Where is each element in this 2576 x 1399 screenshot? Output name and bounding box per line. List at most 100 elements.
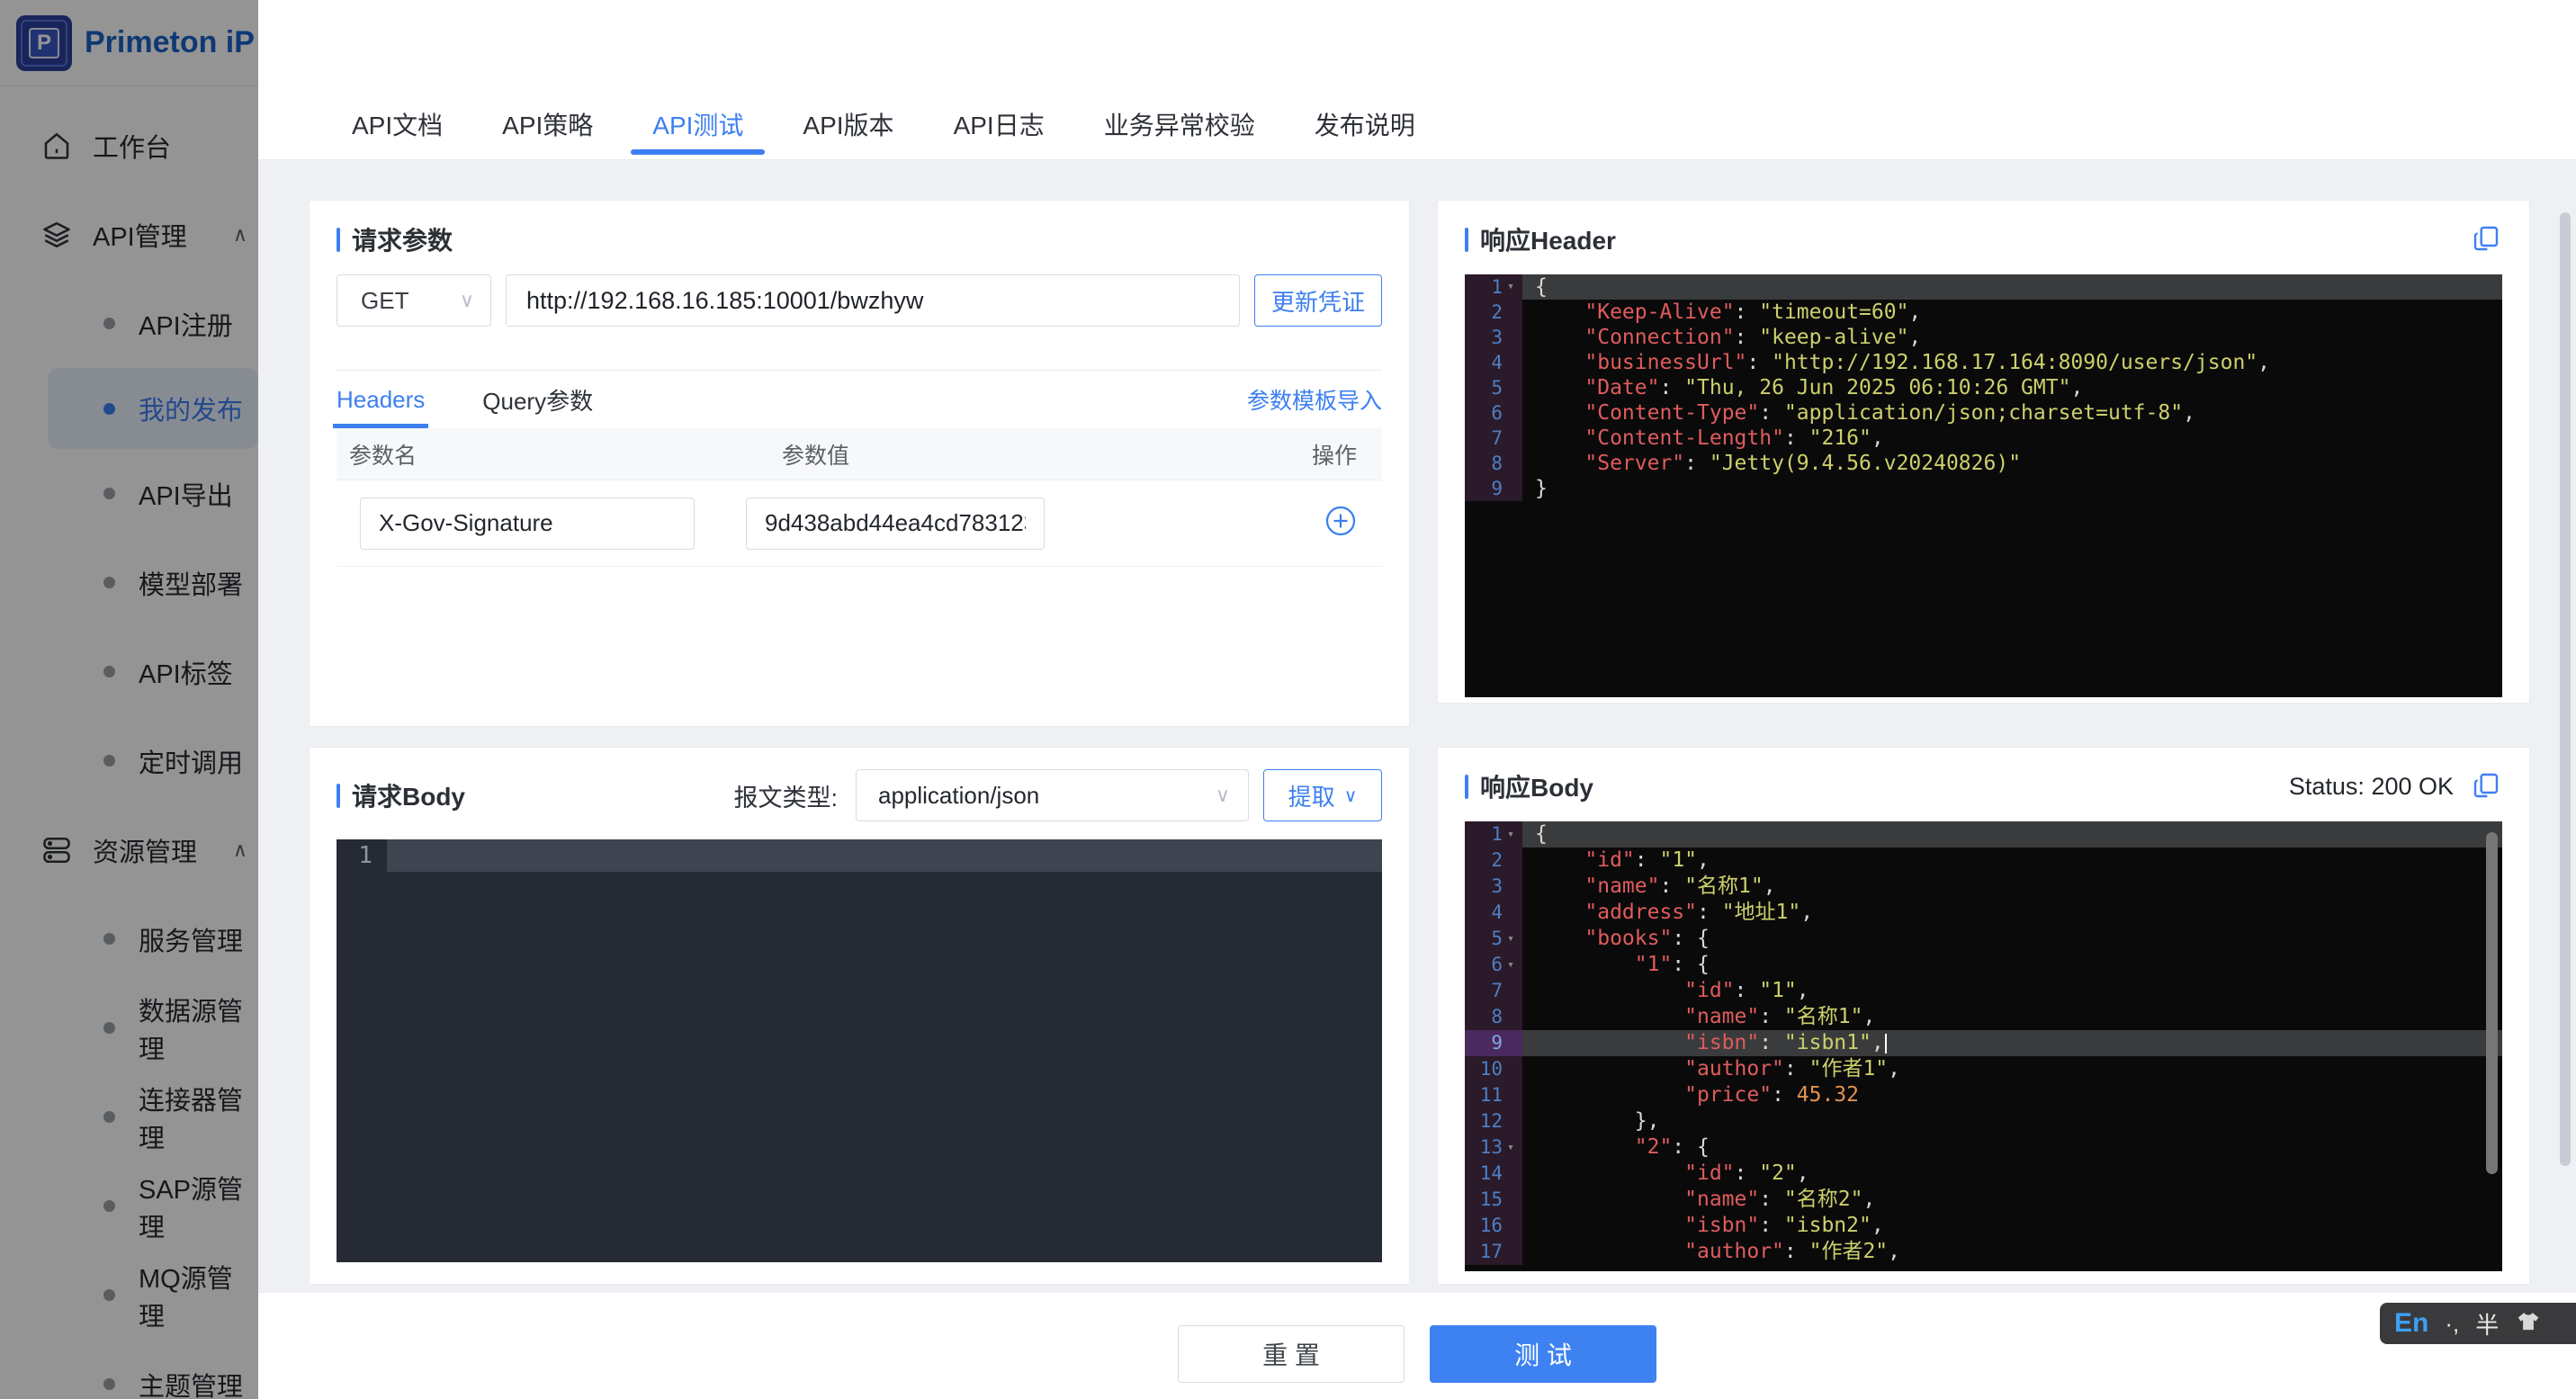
params-table-body xyxy=(337,480,1382,567)
code-line: 3 "name": "名称1", xyxy=(1465,874,2502,900)
code-line: 1 ▾{ xyxy=(1465,274,2502,300)
ime-punctuation-toggle[interactable]: ·, xyxy=(2445,1310,2459,1338)
sidebar: P Primeton iP 工作台 API管理 ∧ API注册 我的发布 API导出 模型部… xyxy=(0,0,258,1399)
request-body-editor[interactable]: 1 xyxy=(337,839,1382,1262)
fold-caret-icon[interactable]: ▾ xyxy=(1503,274,1519,300)
param-value-input[interactable] xyxy=(746,497,1045,550)
ime-language-toggle[interactable]: En xyxy=(2394,1308,2428,1339)
code-line: 3 "Connection": "keep-alive", xyxy=(1465,325,2502,350)
ime-status-bar[interactable]: En ·, 半 xyxy=(2380,1303,2576,1344)
code-line: 7 "id": "1", xyxy=(1465,978,2502,1004)
code-line: 14 "id": "2", xyxy=(1465,1161,2502,1187)
line-number: 1 ▾ xyxy=(1465,274,1522,300)
param-template-import-link[interactable]: 参数模板导入 xyxy=(1247,383,1382,416)
line-number: 3 xyxy=(1465,325,1522,350)
tab-release-notes[interactable]: 发布说明 xyxy=(1291,89,1439,159)
tab-label: 发布说明 xyxy=(1314,112,1415,139)
active-subtab-underline xyxy=(333,424,429,428)
code-line: 16 "isbn": "isbn2", xyxy=(1465,1213,2502,1239)
section-title-response-header: 响应Header xyxy=(1480,227,1616,255)
line-number: 9 xyxy=(1465,476,1522,501)
column-header-action: 操作 xyxy=(1311,443,1357,469)
extract-dropdown-button[interactable]: 提取 ∨ xyxy=(1263,769,1382,821)
tab-api-policy[interactable]: API策略 xyxy=(479,89,616,159)
line-number: 2 xyxy=(1465,300,1522,325)
line-number: 16 xyxy=(1465,1213,1522,1239)
tab-biz-exception-check[interactable]: 业务异常校验 xyxy=(1081,89,1279,159)
line-number: 5 ▾ xyxy=(1465,926,1522,952)
page-scrollbar-thumb[interactable] xyxy=(2560,212,2571,1166)
subtab-headers[interactable]: Headers xyxy=(333,371,429,428)
line-number: 15 xyxy=(1465,1187,1522,1213)
url-input[interactable] xyxy=(506,274,1240,327)
line-number: 6 ▾ xyxy=(1465,952,1522,978)
line-number: 10 xyxy=(1465,1056,1522,1082)
test-button[interactable]: 测 试 xyxy=(1430,1325,1656,1383)
code-line: 7 "Content-Length": "216", xyxy=(1465,426,2502,451)
fold-caret-icon[interactable]: ▾ xyxy=(1503,952,1519,978)
content-type-select[interactable]: application/json ∨ xyxy=(856,769,1249,821)
section-title-response-body: 响应Body xyxy=(1480,774,1594,802)
response-header-editor[interactable]: 1 ▾{2 "Keep-Alive": "timeout=60", 3 "Connect… xyxy=(1465,274,2502,697)
method-value: GET xyxy=(361,286,409,314)
line-number: 8 xyxy=(1465,1004,1522,1030)
params-subtabs: Headers Query参数 参数模板导入 xyxy=(333,371,1382,428)
response-header-card: 响应Header 1 ▾{2 "Keep-Alive": "timeout=60",… xyxy=(1437,200,2530,704)
fold-caret-icon[interactable]: ▾ xyxy=(1503,1134,1519,1161)
reset-button[interactable]: 重 置 xyxy=(1178,1325,1405,1383)
tab-api-log[interactable]: API日志 xyxy=(930,89,1068,159)
tab-label: API测试 xyxy=(652,112,744,139)
section-accent-bar xyxy=(337,783,340,808)
ime-width-toggle[interactable]: 半 xyxy=(2475,1307,2499,1341)
column-header-name: 参数名 xyxy=(349,443,417,469)
code-line: 8 "name": "名称1", xyxy=(1465,1004,2502,1030)
code-line: 2 "id": "1", xyxy=(1465,847,2502,874)
code-line: 5 ▾ "books": { xyxy=(1465,926,2502,952)
active-tab-underline xyxy=(631,149,766,155)
line-number: 1 xyxy=(358,842,372,869)
code-line: 6 "Content-Type": "application/json;chars… xyxy=(1465,400,2502,426)
fold-caret-icon[interactable]: ▾ xyxy=(1503,821,1519,847)
tab-label: API策略 xyxy=(502,112,594,139)
copy-icon[interactable] xyxy=(2470,770,2502,803)
line-number: 17 xyxy=(1465,1239,1522,1265)
tab-api-doc[interactable]: API文档 xyxy=(328,89,466,159)
ime-skin-icon[interactable] xyxy=(2515,1312,2542,1335)
fold-caret-icon[interactable]: ▾ xyxy=(1503,926,1519,952)
section-title-request-body: 请求Body xyxy=(352,783,466,811)
code-line: 8 "Server": "Jetty(9.4.56.v20240826)" xyxy=(1465,451,2502,476)
response-body-card: 响应Body Status: 200 OK 1 ▾{2 "id": "1", 3 "na… xyxy=(1437,747,2530,1285)
editor-scrollbar-thumb[interactable] xyxy=(2486,832,2498,1174)
code-line: 13 ▾ "2": { xyxy=(1465,1134,2502,1161)
tab-api-version[interactable]: API版本 xyxy=(779,89,917,159)
line-number: 11 xyxy=(1465,1082,1522,1108)
page-scrollbar[interactable] xyxy=(2560,160,2572,1293)
api-test-drawer: API文档 API策略 API测试 API版本 API日志 业务异常校验 发布说明 请求参数… xyxy=(258,0,2576,1399)
drawer-body: 请求参数 GET ∨ 更新凭证 Headers Query参数 参数模板导入 参数名… xyxy=(258,160,2576,1293)
method-select[interactable]: GET ∨ xyxy=(337,274,491,327)
chevron-down-icon: ∨ xyxy=(459,289,474,311)
update-credential-button[interactable]: 更新凭证 xyxy=(1254,274,1382,327)
copy-icon[interactable] xyxy=(2470,223,2502,256)
code-line: 1 ▾{ xyxy=(1465,821,2502,847)
content-type-label: 报文类型: xyxy=(733,784,838,812)
line-number: 8 xyxy=(1465,451,1522,476)
subtab-query[interactable]: Query参数 xyxy=(482,371,593,428)
code-line: 2 "Keep-Alive": "timeout=60", xyxy=(1465,300,2502,325)
code-line: 5 "Date": "Thu, 26 Jun 2025 06:10:26 GMT"… xyxy=(1465,375,2502,400)
response-body-editor[interactable]: 1 ▾{2 "id": "1", 3 "name": "名称1", 4 "address":… xyxy=(1465,821,2502,1271)
param-name-input[interactable] xyxy=(360,497,695,550)
line-number: 4 xyxy=(1465,350,1522,375)
modal-overlay[interactable] xyxy=(0,0,258,1399)
section-accent-bar xyxy=(1465,227,1468,252)
code-line: 4 "businessUrl": "http://192.168.17.164:8… xyxy=(1465,350,2502,375)
text-cursor xyxy=(1884,1033,1887,1054)
add-param-icon[interactable] xyxy=(1324,505,1357,540)
request-body-card: 请求Body 报文类型: application/json ∨ 提取 ∨ 1 xyxy=(309,747,1410,1285)
tab-label: API文档 xyxy=(352,112,444,139)
drawer-footer: 重 置 测 试 xyxy=(258,1293,2576,1399)
section-title-request-params: 请求参数 xyxy=(352,227,453,255)
section-accent-bar xyxy=(337,227,340,252)
tab-api-test[interactable]: API测试 xyxy=(629,89,767,159)
line-number: 14 xyxy=(1465,1161,1522,1187)
